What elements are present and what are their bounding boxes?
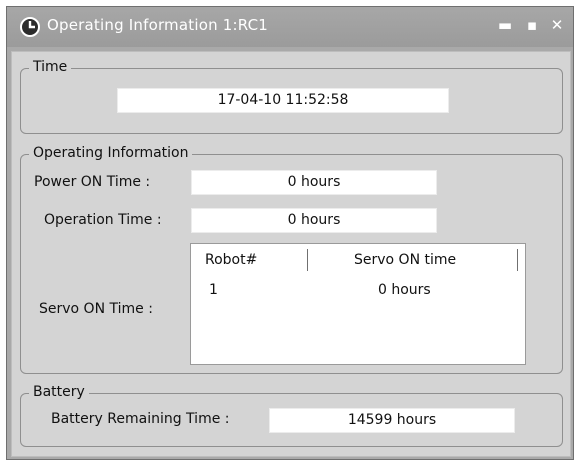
operation-time-label: Operation Time : [44, 212, 162, 228]
operating-information-window: Operating Information 1:RC1 ▬ ▪ ✕ Time 1… [6, 6, 574, 460]
minimize-icon[interactable]: ▬ [495, 15, 515, 35]
column-separator[interactable] [307, 249, 308, 271]
column-header-robot[interactable]: Robot# [205, 244, 257, 276]
window-title: Operating Information 1:RC1 [47, 16, 269, 34]
window-content: Time 17-04-10 11:52:58 Operating Informa… [11, 51, 571, 457]
table-row[interactable]: 1 0 hours [191, 282, 525, 304]
title-bar[interactable]: Operating Information 1:RC1 ▬ ▪ ✕ [7, 7, 573, 47]
clock-icon [20, 17, 40, 37]
power-on-time-field: 0 hours [191, 170, 437, 195]
battery-remaining-time-label: Battery Remaining Time : [51, 411, 230, 427]
table-cell-robot: 1 [209, 282, 218, 298]
table-cell-servo-on-time: 0 hours [378, 282, 431, 298]
servo-on-time-label: Servo ON Time : [39, 301, 153, 317]
operating-information-legend: Operating Information [29, 145, 193, 161]
battery-group: Battery Battery Remaining Time : 14599 h… [20, 384, 563, 447]
column-header-servo-on-time[interactable]: Servo ON time [354, 244, 456, 276]
close-icon[interactable]: ✕ [547, 15, 567, 35]
servo-on-time-table[interactable]: Robot# Servo ON time 1 0 hours [190, 243, 526, 365]
time-value-field: 17-04-10 11:52:58 [117, 88, 449, 113]
battery-group-legend: Battery [29, 384, 89, 400]
operating-information-group: Operating Information Power ON Time : 0 … [20, 145, 563, 374]
time-group: Time 17-04-10 11:52:58 [20, 59, 563, 134]
power-on-time-label: Power ON Time : [34, 174, 151, 190]
battery-remaining-time-field: 14599 hours [269, 408, 515, 433]
operation-time-field: 0 hours [191, 208, 437, 233]
column-separator[interactable] [517, 249, 518, 271]
maximize-icon[interactable]: ▪ [522, 15, 542, 35]
time-group-legend: Time [29, 59, 72, 75]
